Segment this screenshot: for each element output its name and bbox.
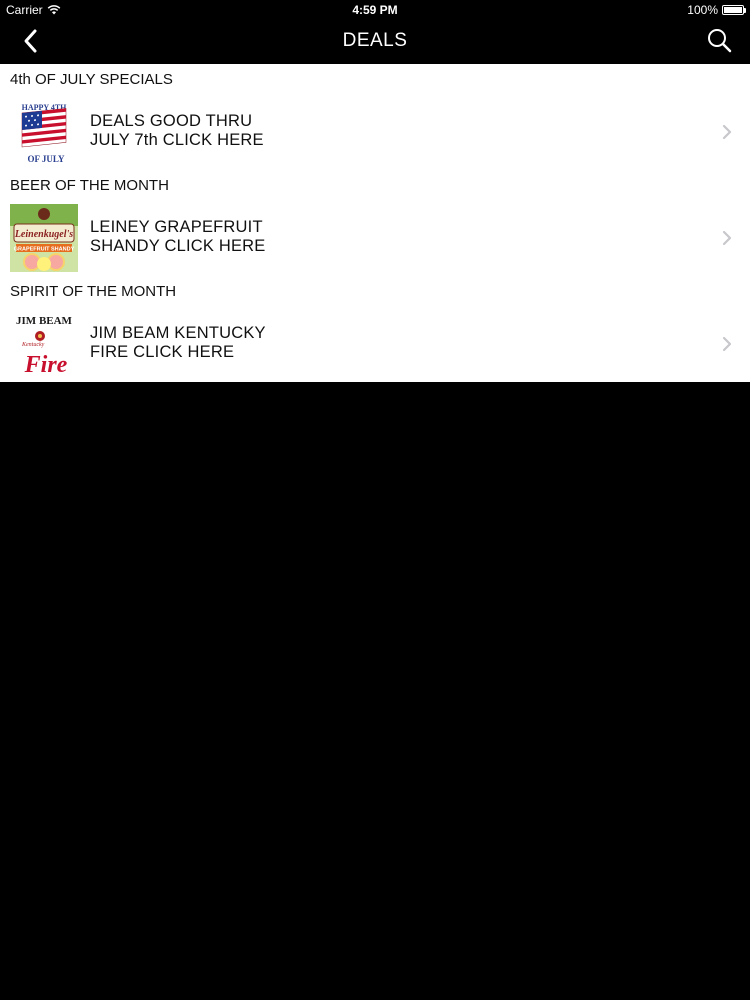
july-4th-flag-image: HAPPY 4TH OF JULY [10, 98, 78, 166]
nav-bar: DEALS [0, 20, 750, 63]
chevron-right-icon [722, 124, 732, 140]
jim-beam-fire-image: JIM BEAM Kentucky Fire [10, 310, 78, 378]
deal-line-1: LEINEY GRAPEFRUIT [90, 218, 263, 236]
svg-text:OF JULY: OF JULY [27, 154, 65, 164]
search-button[interactable] [704, 25, 736, 57]
deal-text-july-specials: DEALS GOOD THRU JULY 7th CLICK HERE [90, 112, 290, 150]
svg-text:GRAPEFRUIT SHANDY: GRAPEFRUIT SHANDY [14, 247, 75, 253]
deal-line-2: SHANDY CLICK HERE [90, 237, 266, 255]
chevron-right-icon [722, 230, 732, 246]
deal-text-beer-of-month: LEINEY GRAPEFRUIT SHANDY CLICK HERE [90, 218, 290, 256]
deal-row-beer-of-month[interactable]: Leinenkugel's GRAPEFRUIT SHANDY LEINEY G… [0, 201, 750, 276]
status-right: 100% [687, 3, 746, 17]
page-title: DEALS [342, 30, 408, 51]
section-header-spirit-of-month: SPIRIT OF THE MONTH [10, 283, 177, 300]
deal-text-spirit-of-month: JIM BEAM KENTUCKY FIRE CLICK HERE [90, 324, 290, 362]
deal-row-july-specials[interactable]: HAPPY 4TH OF JULY DEALS GOOD THRU JULY 7… [0, 95, 750, 170]
svg-text:Leinenkugel's: Leinenkugel's [14, 229, 73, 240]
status-time: 4:59 PM [352, 3, 398, 17]
status-bar: Carrier 4:59 PM 100% [0, 0, 750, 20]
section-header-beer-of-month: BEER OF THE MONTH [10, 177, 169, 194]
battery-level-fill [724, 7, 742, 13]
battery-percent: 100% [687, 3, 718, 17]
leinenkugels-shandy-image: Leinenkugel's GRAPEFRUIT SHANDY [10, 204, 78, 272]
deal-line-1: DEALS GOOD THRU [90, 112, 253, 130]
section-header-july-specials: 4th OF JULY SPECIALS [10, 71, 173, 88]
deal-line-2: FIRE CLICK HERE [90, 343, 235, 361]
deals-list: 4th OF JULY SPECIALS HAPPY 4TH OF JULY D… [0, 64, 750, 382]
deal-row-spirit-of-month[interactable]: JIM BEAM Kentucky Fire JIM BEAM KENTUCKY… [0, 307, 750, 382]
svg-text:JIM BEAM: JIM BEAM [16, 315, 73, 327]
chevron-right-icon [722, 336, 732, 352]
svg-text:Kentucky: Kentucky [21, 342, 45, 348]
search-icon [708, 29, 732, 53]
deal-line-1: JIM BEAM KENTUCKY [90, 324, 266, 342]
svg-text:Fire: Fire [24, 352, 68, 378]
battery-icon [722, 5, 746, 15]
deal-line-2: JULY 7th CLICK HERE [90, 131, 264, 149]
